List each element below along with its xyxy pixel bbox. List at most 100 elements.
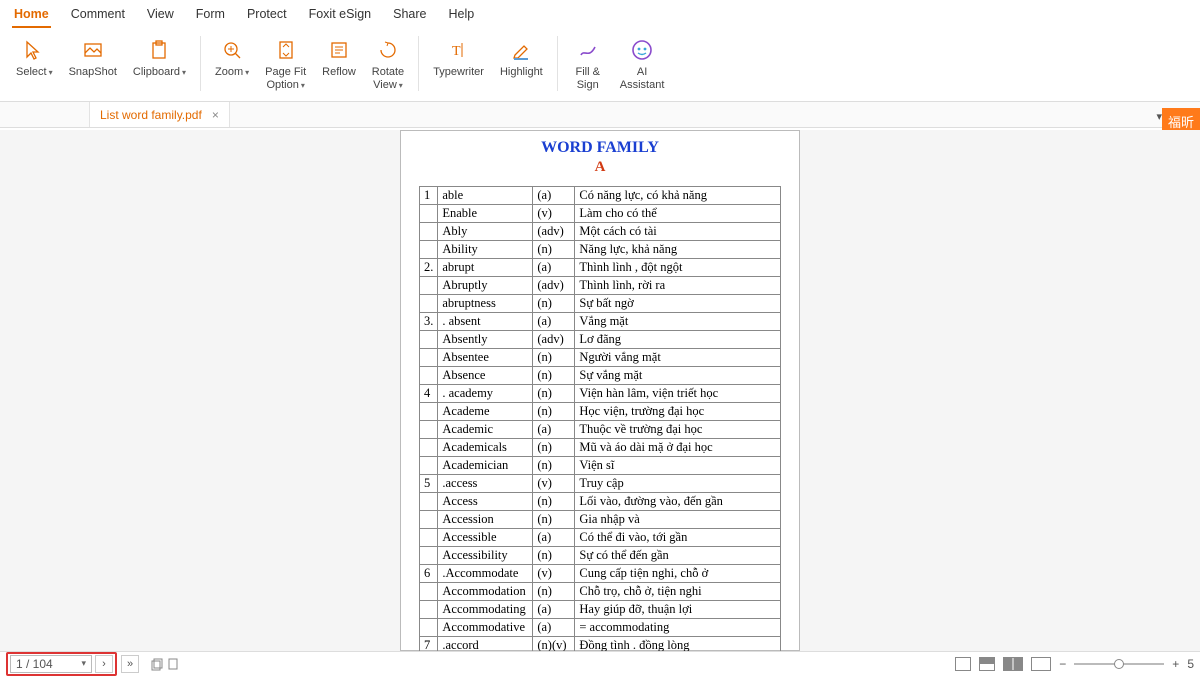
pagefit-tool[interactable]: Page Fit Option [259, 34, 312, 93]
close-tab-icon[interactable]: × [212, 108, 219, 122]
menu-share[interactable]: Share [391, 4, 428, 28]
zoom-slider[interactable] [1074, 663, 1164, 665]
zoom-in-button[interactable]: + [1172, 657, 1179, 671]
cell-p: (n) [533, 385, 575, 403]
cursor-icon [20, 36, 48, 64]
cell-p: (adv) [533, 277, 575, 295]
fillsign-icon [574, 36, 602, 64]
cell-n [420, 511, 438, 529]
cell-w: . absent [438, 313, 533, 331]
snapshot-icon [79, 36, 107, 64]
menu-help[interactable]: Help [446, 4, 476, 28]
svg-text:T: T [452, 44, 461, 59]
highlight-tool[interactable]: Highlight [494, 34, 549, 93]
ai-icon [628, 36, 656, 64]
cell-d: Lơ đãng [575, 331, 781, 349]
cell-n: 3. [420, 313, 438, 331]
cell-p: (n)(v) [533, 637, 575, 652]
cell-p: (n) [533, 349, 575, 367]
table-row: Ability(n)Năng lực, khả năng [420, 241, 781, 259]
table-row: Accession(n)Gia nhập và [420, 511, 781, 529]
view-facing-continuous-icon[interactable] [1031, 657, 1051, 671]
zoom-tool[interactable]: Zoom [209, 34, 255, 93]
cell-n [420, 493, 438, 511]
ai-assistant-tool[interactable]: AI Assistant [614, 34, 671, 93]
cell-p: (n) [533, 583, 575, 601]
table-row: 1able(a)Có năng lực, có khả năng [420, 187, 781, 205]
cell-d: Truy cập [575, 475, 781, 493]
snapshot-tool[interactable]: SnapShot [63, 34, 123, 93]
cell-n [420, 277, 438, 295]
table-row: 7.accord(n)(v)Đồng tình . đồng lòng [420, 637, 781, 652]
cell-p: (n) [533, 547, 575, 565]
menu-view[interactable]: View [145, 4, 176, 28]
cell-w: Absentee [438, 349, 533, 367]
cell-n [420, 457, 438, 475]
cell-n: 5 [420, 475, 438, 493]
document-viewport[interactable]: WORD FAMILY A 1able(a)Có năng lực, có kh… [0, 130, 1200, 651]
rotate-icon [374, 36, 402, 64]
cell-p: (a) [533, 529, 575, 547]
select-tool[interactable]: Select [10, 34, 59, 93]
cell-n [420, 295, 438, 313]
cell-d: Đồng tình . đồng lòng [575, 637, 781, 652]
menu-foxit-esign[interactable]: Foxit eSign [307, 4, 374, 28]
table-row: Academe(n)Học viện, trường đại học [420, 403, 781, 421]
cell-p: (n) [533, 295, 575, 313]
cell-w: abruptness [438, 295, 533, 313]
highlight-icon [507, 36, 535, 64]
cell-p: (v) [533, 475, 575, 493]
page-number-input[interactable]: 1 / 104▾ [10, 655, 92, 673]
typewriter-tool[interactable]: T Typewriter [427, 34, 490, 93]
ribbon: Select SnapShot Clipboard Zoom Page Fit … [0, 28, 1200, 102]
reflow-icon [325, 36, 353, 64]
cell-w: Abruptly [438, 277, 533, 295]
view-continuous-icon[interactable] [979, 657, 995, 671]
next-page-button[interactable]: › [95, 655, 113, 673]
cell-p: (a) [533, 259, 575, 277]
cell-w: Accession [438, 511, 533, 529]
document-tab[interactable]: List word family.pdf × [90, 102, 230, 127]
cell-w: Access [438, 493, 533, 511]
cell-n [420, 529, 438, 547]
cell-w: Accommodation [438, 583, 533, 601]
cell-n: 6 [420, 565, 438, 583]
cell-p: (adv) [533, 331, 575, 349]
table-row: Absence(n)Sự vắng mặt [420, 367, 781, 385]
table-row: Absently(adv)Lơ đãng [420, 331, 781, 349]
table-row: 4. academy(n)Viện hàn lâm, viện triết họ… [420, 385, 781, 403]
cell-n [420, 619, 438, 637]
cell-d: Cung cấp tiện nghi, chỗ ở [575, 565, 781, 583]
view-single-icon[interactable] [955, 657, 971, 671]
copy-page-icon[interactable] [149, 656, 165, 672]
cell-d: = accommodating [575, 619, 781, 637]
cell-p: (v) [533, 205, 575, 223]
rotate-tool[interactable]: Rotate View [366, 34, 410, 93]
last-page-button[interactable]: » [121, 655, 139, 673]
table-row: Abruptly(adv)Thình lình, rời ra [420, 277, 781, 295]
zoom-out-button[interactable]: − [1059, 657, 1066, 671]
cell-w: able [438, 187, 533, 205]
cell-n: 1 [420, 187, 438, 205]
cell-n: 2. [420, 259, 438, 277]
cell-w: Enable [438, 205, 533, 223]
paste-page-icon[interactable] [165, 656, 181, 672]
cell-n [420, 439, 438, 457]
cell-w: Accessible [438, 529, 533, 547]
menu-home[interactable]: Home [12, 4, 51, 28]
menu-protect[interactable]: Protect [245, 4, 289, 28]
table-row: Accessibility(n)Sự có thể đến gần [420, 547, 781, 565]
cell-n [420, 403, 438, 421]
fillsign-tool[interactable]: Fill & Sign [566, 34, 610, 93]
cell-n [420, 205, 438, 223]
page-title: WORD FAMILY [419, 139, 781, 157]
cell-n: 4 [420, 385, 438, 403]
reflow-tool[interactable]: Reflow [316, 34, 362, 93]
cell-d: Sự có thể đến gần [575, 547, 781, 565]
view-facing-icon[interactable] [1003, 657, 1023, 671]
table-row: Access(n)Lối vào, đường vào, đến gần [420, 493, 781, 511]
clipboard-tool[interactable]: Clipboard [127, 34, 192, 93]
menu-comment[interactable]: Comment [69, 4, 127, 28]
cell-w: Academic [438, 421, 533, 439]
menu-form[interactable]: Form [194, 4, 227, 28]
